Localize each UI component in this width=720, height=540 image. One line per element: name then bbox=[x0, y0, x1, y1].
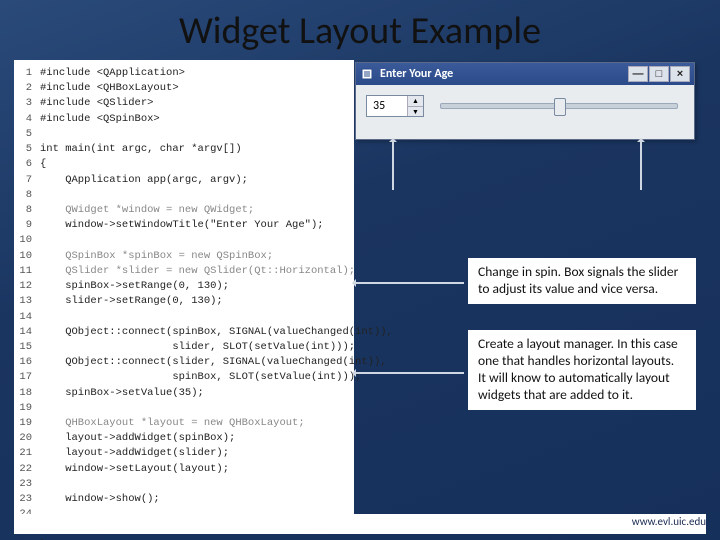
code-line: 23 window->show(); bbox=[18, 492, 350, 507]
code-line: 11 QSlider *slider = new QSlider(Qt::Hor… bbox=[18, 264, 350, 279]
close-button[interactable]: × bbox=[670, 66, 690, 82]
maximize-button[interactable]: □ bbox=[649, 66, 669, 82]
code-line: 16 QObject::connect(slider, SIGNAL(value… bbox=[18, 355, 350, 370]
footer-url: www.evl.uic.edu bbox=[632, 515, 706, 528]
app-icon bbox=[360, 67, 374, 81]
code-line: 21 layout->addWidget(slider); bbox=[18, 446, 350, 461]
code-line: 15 slider, SLOT(setValue(int))); bbox=[18, 340, 350, 355]
code-line: 22 window->setLayout(layout); bbox=[18, 462, 350, 477]
code-line: 10 QSpinBox *spinBox = new QSpinBox; bbox=[18, 249, 350, 264]
footer-strip bbox=[14, 514, 706, 534]
age-slider[interactable] bbox=[440, 103, 678, 109]
code-line: 20 layout->addWidget(spinBox); bbox=[18, 431, 350, 446]
code-line: 2#include <QHBoxLayout> bbox=[18, 81, 350, 96]
code-line: 18 spinBox->setValue(35); bbox=[18, 386, 350, 401]
code-line: 6{ bbox=[18, 157, 350, 172]
code-line: 7 QApplication app(argc, argv); bbox=[18, 173, 350, 188]
arrow-note2 bbox=[354, 372, 464, 374]
arrow-to-spinbox bbox=[392, 140, 394, 190]
code-line: 13 slider->setRange(0, 130); bbox=[18, 294, 350, 309]
code-line: 14 QObject::connect(spinBox, SIGNAL(valu… bbox=[18, 325, 350, 340]
annotation-layout: Create a layout manager. In this case on… bbox=[468, 330, 696, 410]
arrow-to-slider bbox=[640, 140, 642, 190]
age-spinbox[interactable]: 35 ▲ ▼ bbox=[366, 95, 424, 117]
spinbox-value: 35 bbox=[367, 96, 407, 116]
titlebar: Enter Your Age — □ × bbox=[356, 63, 694, 85]
code-line: 19 bbox=[18, 401, 350, 416]
code-line: 5 bbox=[18, 127, 350, 142]
code-line: 10 bbox=[18, 233, 350, 248]
minimize-button[interactable]: — bbox=[628, 66, 648, 82]
window-title: Enter Your Age bbox=[378, 67, 623, 81]
code-line: 5int main(int argc, char *argv[]) bbox=[18, 142, 350, 157]
code-line: 3#include <QSlider> bbox=[18, 96, 350, 111]
code-line: 14 bbox=[18, 310, 350, 325]
arrow-note1 bbox=[354, 282, 464, 284]
annotation-signals: Change in spin. Box signals the slider t… bbox=[468, 258, 696, 304]
code-line: 19 QHBoxLayout *layout = new QHBoxLayout… bbox=[18, 416, 350, 431]
code-line: 12 spinBox->setRange(0, 130); bbox=[18, 279, 350, 294]
code-line: 9 window->setWindowTitle("Enter Your Age… bbox=[18, 218, 350, 233]
code-line: 1#include <QApplication> bbox=[18, 66, 350, 81]
code-listing: 1#include <QApplication>2#include <QHBox… bbox=[14, 60, 354, 515]
code-line: 4#include <QSpinBox> bbox=[18, 112, 350, 127]
code-line: 8 bbox=[18, 188, 350, 203]
slider-handle[interactable] bbox=[554, 98, 566, 116]
spin-up-icon[interactable]: ▲ bbox=[408, 96, 423, 107]
code-line: 8 QWidget *window = new QWidget; bbox=[18, 203, 350, 218]
spin-down-icon[interactable]: ▼ bbox=[408, 107, 423, 117]
code-line: 17 spinBox, SLOT(setValue(int))); bbox=[18, 370, 350, 385]
demo-window: Enter Your Age — □ × 35 ▲ ▼ bbox=[355, 62, 695, 140]
code-line: 23 bbox=[18, 477, 350, 492]
slide-title: Widget Layout Example bbox=[0, 8, 720, 54]
